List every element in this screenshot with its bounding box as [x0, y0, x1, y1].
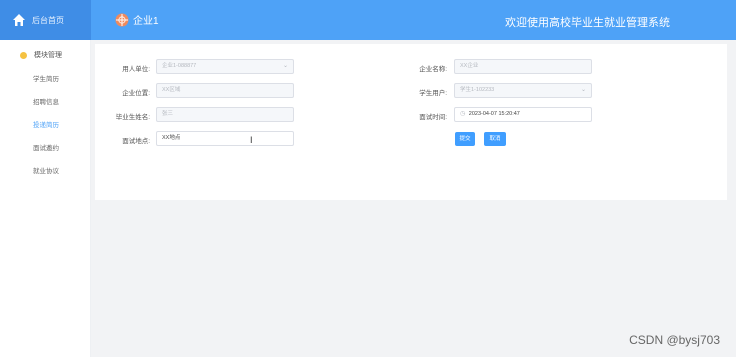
enterprise-location-field[interactable]: XX区域: [156, 83, 294, 98]
interview-place-value: XX地点: [162, 135, 181, 141]
enterprise-name-value: XX企业: [460, 63, 479, 69]
system-title: 欢迎使用高校毕业生就业管理系统: [505, 17, 670, 29]
cancel-button[interactable]: 取消: [484, 132, 506, 146]
top-navigation-bar: 后台首页 企业1 欢迎使用高校毕业生就业管理系统: [0, 0, 736, 40]
interview-place-input[interactable]: XX地点: [156, 131, 294, 146]
submit-button[interactable]: 提交: [455, 132, 475, 146]
sidebar-item-interview-invite[interactable]: 面试邀约: [33, 142, 59, 152]
home-link[interactable]: 后台首页: [0, 0, 91, 40]
chevron-down-icon: ⌄: [580, 87, 586, 93]
employer-unit-label: 用人单位:: [122, 66, 150, 73]
graduate-name-field[interactable]: 张三: [156, 107, 294, 122]
interview-time-value: 2023-04-07 15:20:47: [468, 111, 520, 117]
home-label: 后台首页: [32, 15, 64, 25]
graduate-name-value: 张三: [162, 111, 174, 117]
module-management-menu[interactable]: 模块管理: [20, 50, 62, 60]
graduate-name-label: 毕业生姓名:: [115, 114, 150, 121]
watermark: CSDN @bysj703: [629, 333, 720, 347]
user-name: 企业1: [133, 16, 159, 27]
sidebar-item-submit-resume[interactable]: 投递简历: [33, 119, 59, 129]
interview-time-picker[interactable]: ◷ 2023-04-07 15:20:47: [454, 107, 592, 122]
enterprise-location-label: 企业位置:: [122, 90, 150, 97]
gear-icon: [20, 51, 27, 59]
sidebar-item-employment-agreement[interactable]: 就业协议: [33, 165, 59, 175]
menu-header-label: 模块管理: [34, 52, 62, 59]
enterprise-name-field[interactable]: XX企业: [454, 59, 592, 74]
home-icon: [13, 14, 25, 26]
employer-unit-value: 企业1-088877: [162, 63, 197, 69]
clock-icon: ◷: [460, 111, 466, 117]
text-cursor-icon: I: [250, 135, 253, 145]
interview-time-label: 面试时间:: [419, 114, 447, 121]
enterprise-name-label: 企业名称:: [419, 66, 447, 73]
sidebar-item-job-info[interactable]: 招聘信息: [33, 96, 59, 106]
sidebar: 模块管理 学生简历 招聘信息 投递简历 面试邀约 就业协议: [0, 40, 91, 357]
enterprise-location-value: XX区域: [162, 87, 181, 93]
student-user-select[interactable]: 学生1-102233 ⌄: [454, 83, 592, 98]
student-user-label: 学生用户:: [419, 90, 447, 97]
sidebar-item-student-resume[interactable]: 学生简历: [33, 73, 59, 83]
employer-unit-select[interactable]: 企业1-088877 ⌄: [156, 59, 294, 74]
chevron-down-icon: ⌄: [282, 63, 288, 69]
user-avatar-icon: [115, 13, 129, 26]
user-menu[interactable]: 企业1: [115, 12, 159, 27]
student-user-value: 学生1-102233: [460, 87, 495, 93]
interview-place-label: 面试地点:: [122, 138, 150, 145]
